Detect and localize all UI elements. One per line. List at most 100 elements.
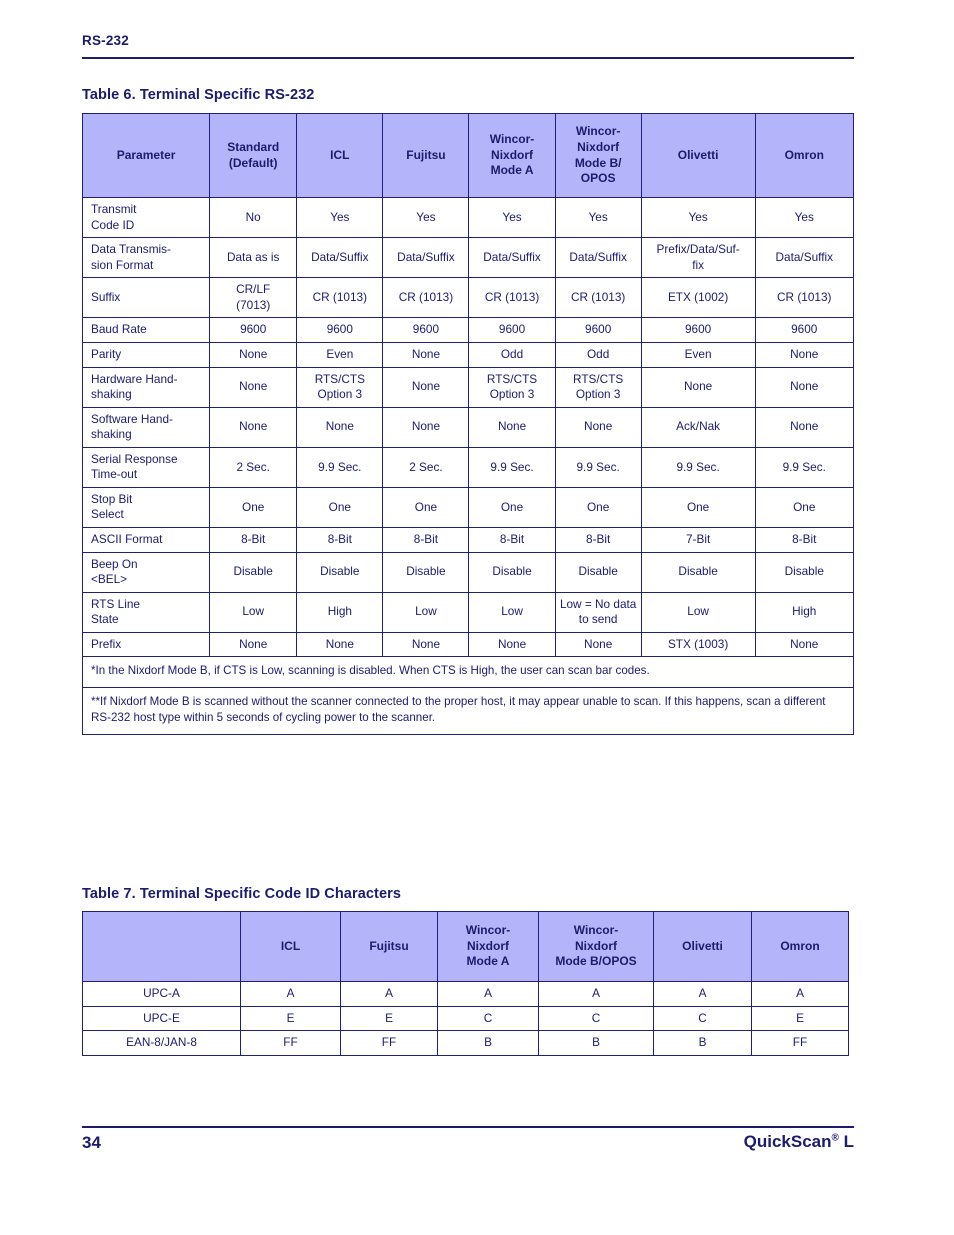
table6-cell: CR/LF (7013) xyxy=(209,277,298,319)
table6-row-label: Serial Response Time-out xyxy=(81,446,211,488)
table-footnote-row: *In the Nixdorf Mode B, if CTS is Low, s… xyxy=(82,656,854,688)
table-footnote-row: **If Nixdorf Mode B is scanned without t… xyxy=(82,686,854,735)
table6-cell: Odd xyxy=(468,341,556,368)
table6-cell: Low xyxy=(209,591,298,633)
table6-cell: None xyxy=(554,631,642,658)
table6-cell: Yes xyxy=(468,196,556,239)
table6-cell: CR (1013) xyxy=(754,277,854,319)
table6-cell: Data/Suffix xyxy=(296,237,384,279)
table7-cell: FF xyxy=(240,1030,341,1056)
table6-cell: 9600 xyxy=(296,317,384,343)
table7-cell: A xyxy=(751,981,849,1007)
table6-header-cell-6: Olivetti xyxy=(640,113,756,198)
table6-cell: One xyxy=(554,486,642,529)
table6-cell: None xyxy=(382,631,470,658)
table6-cell: None xyxy=(554,406,642,448)
table6-cell: One xyxy=(296,486,384,529)
table-row: UPC-E E E C C C E xyxy=(82,1005,849,1032)
book-name-text: QuickScan xyxy=(743,1132,832,1151)
table-row: Serial Response Time-out 2 Sec. 9.9 Sec. 2 S… xyxy=(81,446,854,488)
table6-cell: No xyxy=(209,196,298,239)
table6-header-cell-0: Parameter xyxy=(81,113,211,198)
table6-cell: Data/Suffix xyxy=(382,237,470,279)
table6-cell: None xyxy=(209,366,298,408)
table7-cell: B xyxy=(437,1030,539,1056)
table6-cell: None xyxy=(468,631,556,658)
table6-cell: 9600 xyxy=(640,317,756,343)
table7-cell: A xyxy=(653,981,752,1007)
table6-cell: 9.9 Sec. xyxy=(296,446,384,488)
table-row: RTS Line State Low High Low Low Low = No data t… xyxy=(81,591,854,633)
table6-cell: 9600 xyxy=(468,317,556,343)
table6-cell: 8-Bit xyxy=(296,527,384,553)
table6-cell: Even xyxy=(640,341,756,368)
table7-header-cell-4: Wincor- Nixdorf Mode B/OPOS xyxy=(538,911,654,982)
table6-cell: Odd xyxy=(554,341,642,368)
table6-cell: Prefix/Data/Suf-fix xyxy=(640,237,756,279)
table6-cell: Disable xyxy=(296,551,384,593)
table6-row-label: RTS Line State xyxy=(81,591,211,633)
table6-footnote-0: *In the Nixdorf Mode B, if CTS is Low, s… xyxy=(82,656,854,688)
table-row: Software Hand-shaking None None None None Non… xyxy=(81,406,854,448)
table6-cell: 9.9 Sec. xyxy=(554,446,642,488)
table6-row-label: Suffix xyxy=(81,277,211,319)
table-terminal-specific-rs232: Parameter Standard (Default) ICL Fujitsu Winc… xyxy=(81,113,854,735)
table7-cell: E xyxy=(751,1005,849,1032)
table7-cell: A xyxy=(538,981,654,1007)
table6-cell: Data/Suffix xyxy=(554,237,642,279)
table-row: Data Transmis-sion Format Data as is Data/… xyxy=(81,237,854,279)
table6-cell: 9600 xyxy=(382,317,470,343)
table-row: Beep On <BEL> Disable Disable Disable Disable… xyxy=(81,551,854,593)
table7-cell: C xyxy=(538,1005,654,1032)
table6-cell: RTS/CTS Option 3 xyxy=(468,366,556,408)
table6-cell: ETX (1002) xyxy=(640,277,756,319)
table6-cell: 8-Bit xyxy=(468,527,556,553)
table7-row-label: UPC-A xyxy=(82,981,241,1007)
table6-row-label: Parity xyxy=(81,341,211,368)
table6-cell: 2 Sec. xyxy=(209,446,298,488)
table6-cell: Ack/Nak xyxy=(640,406,756,448)
table6-cell: Yes xyxy=(296,196,384,239)
table6-header-cell-4: Wincor- Nixdorf Mode A xyxy=(468,113,556,198)
table6-cell: 9600 xyxy=(554,317,642,343)
table6-cell: Yes xyxy=(382,196,470,239)
table6-cell: CR (1013) xyxy=(296,277,384,319)
table6-cell: 9.9 Sec. xyxy=(754,446,854,488)
table6-row-label: ASCII Format xyxy=(81,527,211,553)
table7-header-cell-3: Wincor- Nixdorf Mode A xyxy=(437,911,539,982)
table7-header-cell-0 xyxy=(82,911,241,982)
running-head: RS-232 xyxy=(82,33,129,48)
table6-row-label: Stop Bit Select xyxy=(81,486,211,529)
table7-header-row: ICL Fujitsu Wincor- Nixdorf Mode A Wincor- Nix… xyxy=(82,911,849,982)
table-row: Suffix CR/LF (7013) CR (1013) CR (1013) CR (1… xyxy=(81,277,854,319)
table6-cell: One xyxy=(468,486,556,529)
table6-cell: None xyxy=(640,366,756,408)
table7-cell: E xyxy=(240,1005,341,1032)
table6-cell: None xyxy=(209,406,298,448)
table6-cell: 8-Bit xyxy=(209,527,298,553)
table6-cell: High xyxy=(296,591,384,633)
table6-cell: One xyxy=(382,486,470,529)
table6-cell: Disable xyxy=(640,551,756,593)
table6-cell: None xyxy=(468,406,556,448)
table6-cell: One xyxy=(640,486,756,529)
table6-footnote-1: **If Nixdorf Mode B is scanned without t… xyxy=(82,686,854,735)
table-row: Parity None Even None Odd Odd Even None xyxy=(81,341,854,368)
table6-cell: Yes xyxy=(754,196,854,239)
table7-row-label: UPC-E xyxy=(82,1005,241,1032)
table6-cell: None xyxy=(209,631,298,658)
document-page: RS-232 Table 6. Terminal Specific RS-232… xyxy=(0,0,954,1235)
table6-header-cell-2: ICL xyxy=(296,113,384,198)
table6-cell: One xyxy=(209,486,298,529)
table7-row-label: EAN-8/JAN-8 xyxy=(82,1030,241,1056)
table6-cell: Low xyxy=(468,591,556,633)
table6-header-cell-1: Standard (Default) xyxy=(209,113,298,198)
table6-row-label: Transmit Code ID xyxy=(81,196,211,239)
table-row: Prefix None None None None None STX (1003) None xyxy=(81,631,854,658)
table6-cell: 8-Bit xyxy=(382,527,470,553)
table6-row-label: Hardware Hand-shaking xyxy=(81,366,211,408)
table6-cell: Disable xyxy=(209,551,298,593)
table6-cell: None xyxy=(296,406,384,448)
table6-header-row: Parameter Standard (Default) ICL Fujitsu Winc… xyxy=(81,113,854,198)
table6-cell: None xyxy=(754,366,854,408)
